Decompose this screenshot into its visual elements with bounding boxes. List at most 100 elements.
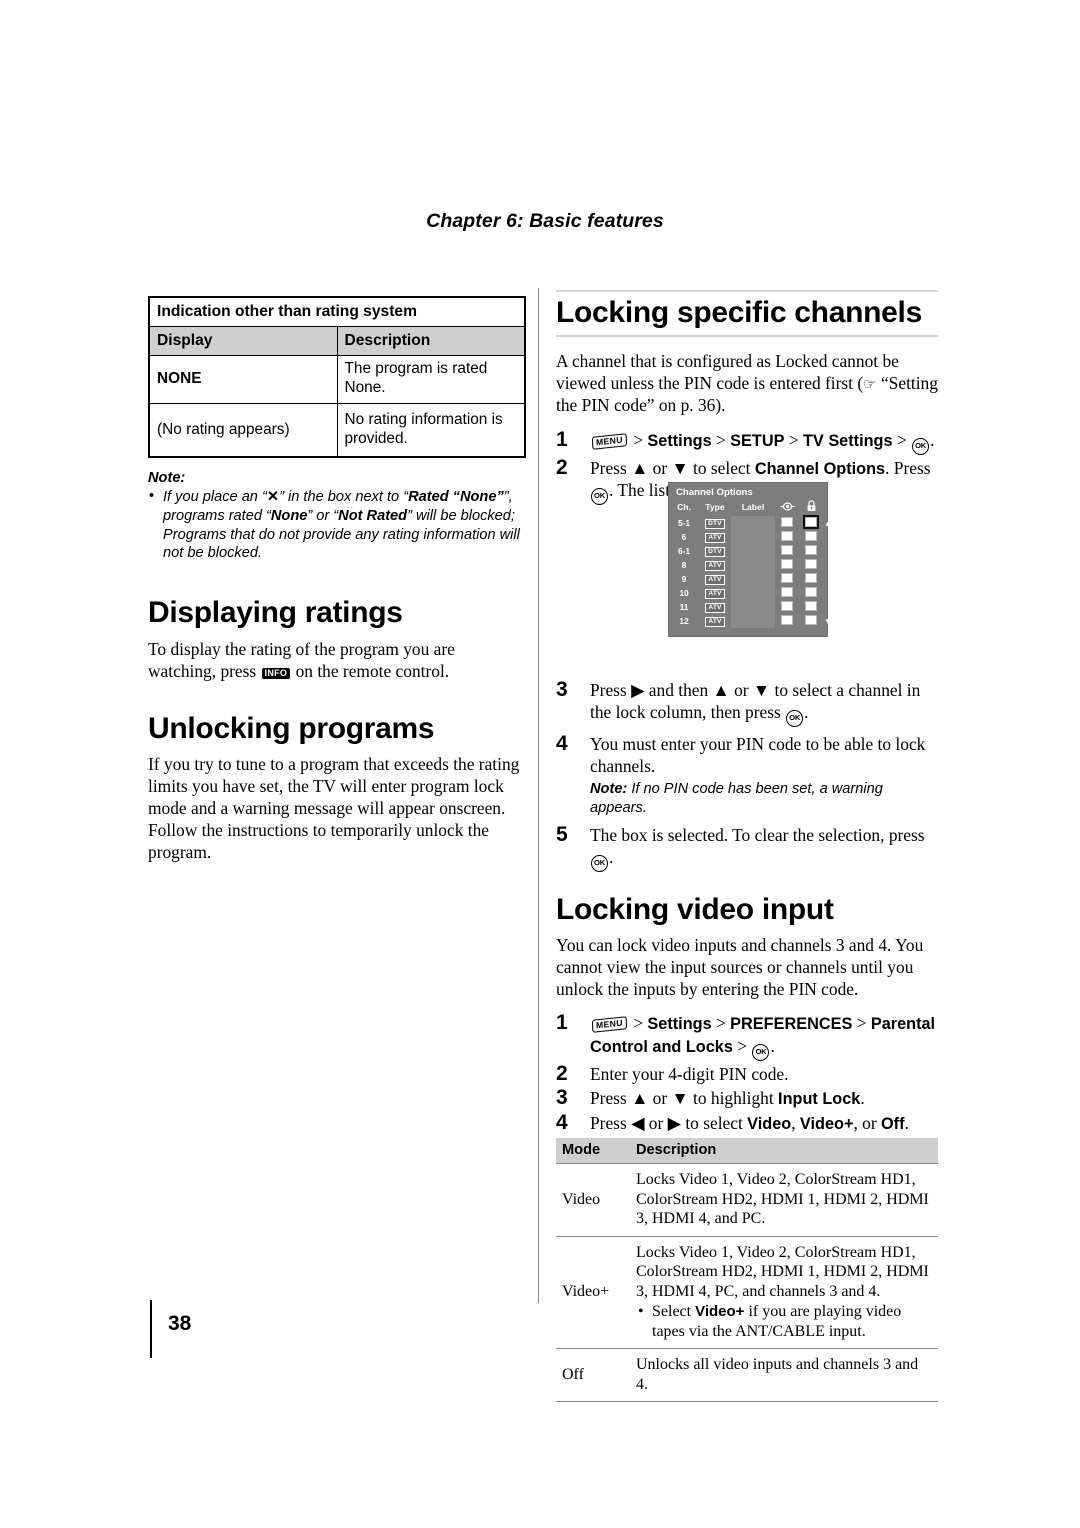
cell-lock-checkbox[interactable] [799,614,823,628]
menu-key-icon: MENU [591,1016,628,1033]
cell-lock-checkbox[interactable] [799,572,823,586]
step-bold-input-lock: Input Lock [778,1089,861,1108]
cell-type: ATV [699,572,731,586]
step-bold-preferences: PREFERENCES [730,1015,853,1034]
view-checkbox[interactable] [781,573,793,583]
step-text-3: > [852,1013,871,1034]
step-note-text: If no PIN code has been set, a warning a… [590,781,883,816]
lock-checkbox[interactable] [805,601,817,611]
cell-view-checkbox[interactable] [775,600,799,614]
cell-scroll [823,586,833,600]
view-checkbox[interactable] [781,601,793,611]
cell-lock-checkbox[interactable] [799,530,823,544]
step-text-1: You must enter your PIN code to be able … [590,734,926,777]
view-checkbox[interactable] [781,587,793,597]
column-header-type: Type [705,502,725,512]
cell-ch: 6 [681,532,687,542]
lock-checkbox-selected[interactable] [803,515,819,529]
channel-options-figure: Channel Options Ch. Type Label 5-1 DTV ▲… [668,482,832,641]
step-text-2: . [804,702,809,723]
step-item: 3 Press ▶ and then ▲ or ▼ to select a cha… [556,678,938,728]
page-footer: 38 [150,1300,450,1370]
cell-label [731,600,775,614]
cell-lock-checkbox[interactable] [799,600,823,614]
step-text-3: > [784,429,803,450]
note-list-item: If you place an “✕” in the box next to “… [148,487,526,563]
view-checkbox[interactable] [781,531,793,541]
note-bold-rated-none: Rated “None” [408,488,504,505]
cell-lock-checkbox[interactable] [799,515,823,530]
right-column: Locking specific channels A channel that… [556,290,938,1403]
column-header-label: Label [741,502,765,512]
scroll-down-arrow[interactable]: ▼ [823,614,833,628]
view-checkbox[interactable] [781,517,793,527]
step-text-1: Press ▲ or ▼ to highlight [590,1087,779,1108]
cell-ch: 9 [681,574,687,584]
cell-scroll [823,544,833,558]
view-checkbox[interactable] [781,545,793,555]
displaying-ratings-body: To display the rating of the program you… [148,638,526,682]
manual-page: Chapter 6: Basic features Indication oth… [0,0,1080,1528]
info-key-icon: INFO [261,667,291,680]
rating-indication-table: Indication other than rating system Disp… [148,296,526,459]
lock-checkbox[interactable] [805,559,817,569]
cell-view-checkbox[interactable] [775,544,799,558]
cell-scroll [823,558,833,572]
step-item: 1 MENU > Settings > SETUP > TV Settings >… [556,427,938,455]
table-row: 11 ATV [669,600,833,614]
cell-view-checkbox[interactable] [775,586,799,600]
cell-view-checkbox[interactable] [775,516,799,530]
table-row: 6-1 DTV [669,544,833,558]
ok-key-icon: OK [912,437,930,455]
step-number: 1 [556,427,568,451]
cell-type: ATV [699,600,731,614]
note-label: Note: [148,470,186,487]
step-bold-channel-options: Channel Options [754,459,886,478]
scroll-up-arrow[interactable]: ▲ [823,516,833,530]
cell-label [731,516,775,530]
step-item: 1 MENU > Settings > PREFERENCES > Parenta… [556,1011,938,1061]
step-item: 5 The box is selected. To clear the selec… [556,823,938,872]
cell-display-none: NONE [148,355,338,405]
type-chip: ATV [705,532,725,544]
lock-checkbox[interactable] [805,573,817,583]
step-text-1: > [628,429,648,450]
cell-lock-checkbox[interactable] [799,586,823,600]
step-item: 3 Press ▲ or ▼ to highlight Input Lock. [556,1086,938,1110]
cell-ch: 6-1 [677,546,691,556]
cell-description-off: Unlocks all video inputs and channels 3 … [630,1348,938,1403]
cell-view-checkbox[interactable] [775,572,799,586]
lock-checkbox[interactable] [805,545,817,555]
cell-view-checkbox[interactable] [775,530,799,544]
lock-checkbox[interactable] [805,531,817,541]
note-text-part-1: If you place an “ [163,488,267,505]
cell-ch: 10 [679,588,689,598]
cell-view-checkbox[interactable] [775,558,799,572]
step-number: 3 [556,678,568,702]
view-checkbox[interactable] [781,615,793,625]
cell-lock-checkbox[interactable] [799,558,823,572]
step-bold-settings: Settings [647,431,712,450]
input-lock-mode-table: Mode Description Video Locks Video 1, Vi… [556,1138,938,1403]
cell-lock-checkbox[interactable] [799,544,823,558]
type-chip: ATV [705,560,725,572]
cell-type: DTV [699,516,731,530]
cell-view-checkbox[interactable] [775,614,799,628]
rating-note-block: Note: If you place an “✕” in the box nex… [148,469,526,563]
cell-ch: 5-1 [677,518,691,528]
lock-checkbox[interactable] [805,587,817,597]
locking-video-input-intro: You can lock video inputs and channels 3… [556,935,924,1000]
note-x-glyph: ✕ [266,488,280,505]
sub-bold-video-plus: Video+ [695,1303,745,1321]
view-checkbox[interactable] [781,559,793,569]
table-row: 10 ATV [669,586,833,600]
locking-video-input-steps: 1 MENU > Settings > PREFERENCES > Parenta… [556,1011,938,1134]
type-chip: DTV [705,546,725,558]
table-row: Off Unlocks all video inputs and channel… [556,1348,938,1403]
cell-mode-video: Video [556,1163,630,1237]
lock-checkbox[interactable] [805,615,817,625]
type-chip: ATV [705,602,725,614]
table-row: (No rating appears) No rating informatio… [148,403,526,458]
step-text-5: . [930,429,935,450]
step-text-2: , [791,1112,800,1133]
